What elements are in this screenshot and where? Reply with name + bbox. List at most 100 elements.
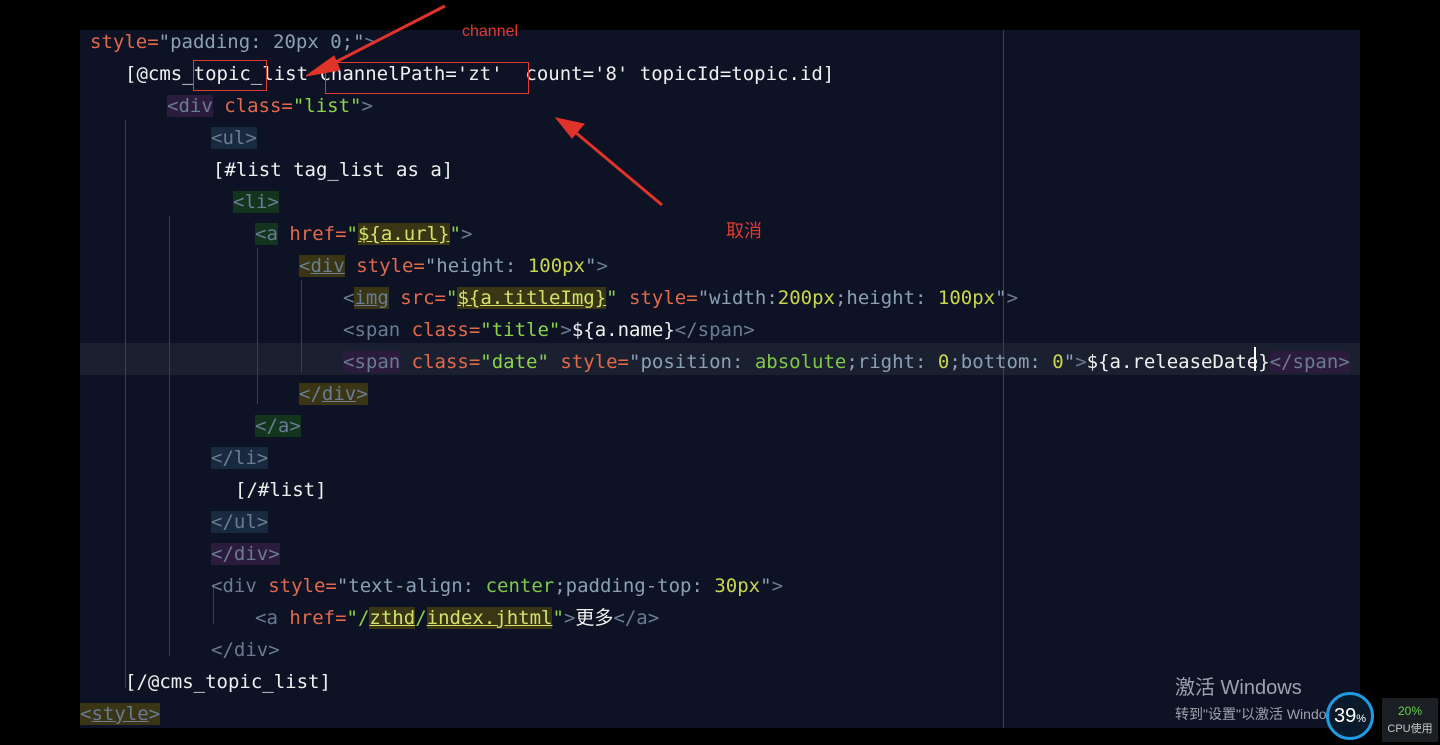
code-token: </li> xyxy=(211,447,269,469)
code-line: <li> xyxy=(233,186,279,218)
code-token: src= xyxy=(388,287,446,309)
code-token: ${a.name} xyxy=(571,319,675,341)
code-token: <span xyxy=(343,351,401,373)
code-token: index.jhtml xyxy=(426,607,553,629)
code-token: ;bottom: xyxy=(949,351,1053,373)
code-token: 更多 xyxy=(575,607,614,629)
code-token: class= xyxy=(212,95,293,117)
text-caret xyxy=(1254,347,1256,371)
code-token: ;right: xyxy=(846,351,938,373)
code-line: <span class="title">${a.name}</span> xyxy=(343,314,755,346)
cpu-monitor-widget[interactable]: 39% 20% CPU使用 xyxy=(1326,690,1438,744)
indent-guide xyxy=(257,248,258,404)
code-token: center xyxy=(485,575,555,597)
code-token: "/ xyxy=(346,607,370,629)
code-token: "text-align: xyxy=(336,575,486,597)
cpu-value: 20% xyxy=(1397,704,1423,718)
code-token: > xyxy=(1075,351,1087,373)
code-token: </ul> xyxy=(211,511,269,533)
code-token: [#list tag_list as a] xyxy=(213,159,454,181)
code-token: ;padding-top: xyxy=(554,575,715,597)
code-token: " xyxy=(552,607,564,629)
code-token: / xyxy=(415,607,427,629)
code-line: </div> xyxy=(299,378,368,410)
code-token: " xyxy=(585,255,597,277)
usage-percent-sign: % xyxy=(1356,713,1367,725)
code-token: list xyxy=(262,63,320,85)
column-ruler xyxy=(1003,30,1004,728)
usage-percent: 39 xyxy=(1333,705,1357,727)
code-line: <span class="date" style="position: abso… xyxy=(343,346,1350,378)
code-line: </div> xyxy=(211,538,280,570)
code-token: ${a.url} xyxy=(357,223,450,245)
code-token: 200px xyxy=(777,287,835,309)
indent-guide xyxy=(169,216,170,656)
code-line: <ul> xyxy=(211,122,257,154)
annotation-box-channelpath xyxy=(325,62,529,94)
code-token: "list" xyxy=(292,95,362,117)
code-token: "padding: 20px 0;" xyxy=(158,31,365,53)
code-token: > xyxy=(460,223,473,245)
code-token: > xyxy=(364,31,376,53)
code-token: 0 xyxy=(937,351,950,373)
code-line: [#list tag_list as a] xyxy=(213,154,453,186)
cpu-panel: 20% CPU使用 xyxy=(1382,698,1438,742)
code-token: < xyxy=(80,703,92,725)
code-token: img xyxy=(354,287,389,309)
code-token: [@cms_ xyxy=(125,63,194,85)
code-token: style= xyxy=(344,255,425,277)
code-line: style="padding: 20px 0;"> xyxy=(90,30,376,58)
code-token: [/@cms_topic_list] xyxy=(125,671,331,693)
code-token: " xyxy=(449,223,461,245)
code-token: </a> xyxy=(613,607,660,629)
code-token: zthd xyxy=(369,607,416,629)
code-token: " xyxy=(346,223,358,245)
code-token: class= xyxy=(400,351,481,373)
indent-guide xyxy=(125,120,126,688)
code-token: " xyxy=(606,287,618,309)
code-token: </a> xyxy=(255,415,301,437)
code-line: </li> xyxy=(211,442,269,474)
code-token: <a xyxy=(255,223,278,245)
code-token: <div xyxy=(167,95,213,117)
code-token: style xyxy=(91,703,149,725)
code-token: </ xyxy=(299,383,322,405)
code-token: <a xyxy=(255,607,278,629)
code-token: > xyxy=(1006,287,1019,309)
code-token: > xyxy=(771,575,784,597)
code-editor[interactable]: style="padding: 20px 0;"> [@cms_topic_lis… xyxy=(80,30,1360,728)
code-token: style= xyxy=(548,351,629,373)
code-line: </ul> xyxy=(211,506,269,538)
code-token: " xyxy=(1063,351,1076,373)
code-token: style= xyxy=(617,287,698,309)
code-token: > xyxy=(148,703,161,725)
code-token: "position: xyxy=(629,351,755,373)
code-token: 100px xyxy=(937,287,996,309)
code-token: " xyxy=(445,287,458,309)
code-line: </div> xyxy=(211,634,280,666)
code-token: 100px xyxy=(527,255,586,277)
code-line: <div class="list"> xyxy=(167,90,373,122)
code-line: [/#list] xyxy=(235,474,327,506)
code-token: ${a.titleImg} xyxy=(457,287,607,309)
code-token: > xyxy=(596,255,608,277)
code-token: style= xyxy=(90,31,159,53)
code-token: <span xyxy=(343,319,401,341)
code-token: " xyxy=(760,575,772,597)
code-token: > xyxy=(563,607,576,629)
code-token: < xyxy=(343,287,355,309)
code-token: class= xyxy=(400,319,481,341)
code-token: count='8' topicId=topic.id] xyxy=(502,63,835,85)
code-token: " xyxy=(995,287,1007,309)
code-line: [/@cms_topic_list] xyxy=(125,666,331,698)
code-token: "height: xyxy=(424,255,528,277)
code-token: div xyxy=(321,383,357,405)
code-token: 30px xyxy=(714,575,761,597)
annotation-cancel: 取消 xyxy=(726,221,762,241)
annotation-channel: channel xyxy=(462,23,519,40)
usage-ring[interactable]: 39% xyxy=(1326,692,1374,740)
code-line: <img src="${a.titleImg}" style="width:20… xyxy=(343,282,1018,314)
code-token: </span> xyxy=(1269,351,1350,373)
code-token: > xyxy=(356,383,368,405)
code-token: </div> xyxy=(211,543,280,565)
